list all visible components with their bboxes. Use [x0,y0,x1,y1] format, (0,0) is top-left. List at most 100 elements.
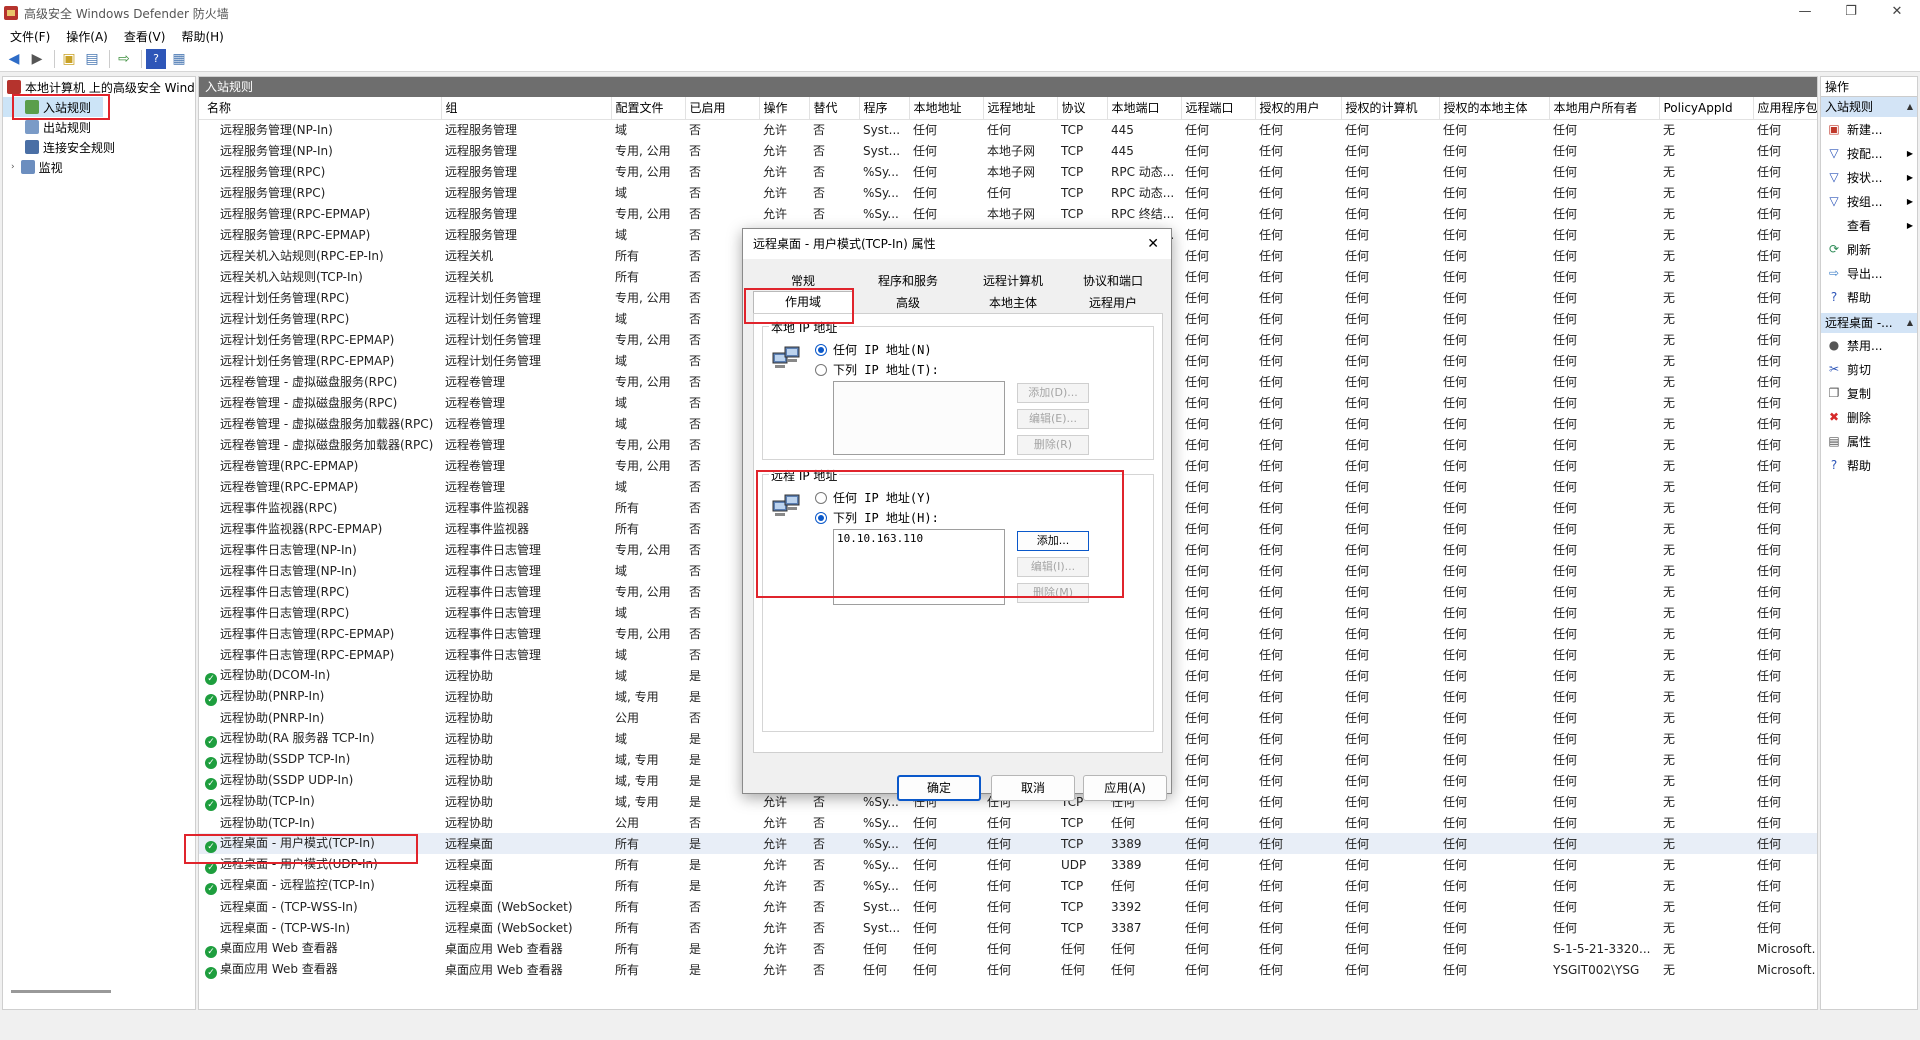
show-hide-tree-icon[interactable]: ▤ [82,49,102,69]
dialog-close-icon[interactable]: ✕ [1147,229,1159,259]
action-item[interactable]: ▽ 按配... [1821,141,1917,165]
close-window-button[interactable]: ✕ [1874,0,1920,26]
menu-action[interactable]: 操作(A) [66,28,108,45]
table-row[interactable]: 远程服务管理(RPC) 远程服务管理 域 否 允许 否 %Sy... 任何 任何 TCP RPC 动… [199,182,1817,203]
menu-help[interactable]: 帮助(H) [181,28,223,45]
table-row[interactable]: 远程服务管理(NP-In) 远程服务管理 域 否 允许 否 Syst... 任何 任何 TCP 44… [199,119,1817,140]
column-header[interactable]: 已启用 [685,97,760,120]
menu-view[interactable]: 查看(V) [124,28,166,45]
menu-file[interactable]: 文件(F) [10,28,50,45]
local-ip-list[interactable] [833,381,1005,455]
forward-arrow-icon[interactable]: ▶ [27,49,47,69]
tab-local-principals[interactable]: 本地主体 [963,293,1063,313]
column-header[interactable]: 组 [441,97,612,120]
column-header[interactable]: 远程地址 [983,97,1058,120]
local-remove-button[interactable]: 删除(R) [1017,435,1089,455]
column-header[interactable]: 授权的计算机 [1341,97,1440,120]
rule-name-cell: 远程服务管理(NP-In) [199,140,441,161]
tree-item-monitoring[interactable]: › 监视 [3,157,195,177]
minimize-button[interactable]: — [1782,0,1828,26]
tab-programs-services[interactable]: 程序和服务 [853,271,963,291]
local-these-ip-radio[interactable]: 下列 IP 地址(T): [815,361,939,378]
tab-advanced[interactable]: 高级 [853,293,963,313]
column-header[interactable]: 替代 [809,97,860,120]
table-row[interactable]: ✓ 远程桌面 - 用户模式(TCP-In) 远程桌面 所有是允许否 %Sy... 任何 任何… [199,833,1817,854]
table-cell: 域 [615,186,628,200]
action-item[interactable]: ? 帮助 [1821,453,1917,477]
tab-remote-users[interactable]: 远程用户 [1063,293,1163,313]
back-arrow-icon[interactable]: ◀ [4,49,24,69]
table-row[interactable]: 远程桌面 - (TCP-WS-In) 远程桌面 (WebSocket) 所有 否 允许 否… [199,917,1817,938]
table-row[interactable]: ✓ 桌面应用 Web 查看器 桌面应用 Web 查看器 所有是允许否任何 任何 任何 任何任… [199,959,1817,980]
table-row[interactable]: 远程桌面 - (TCP-WSS-In) 远程桌面 (WebSocket) 所有 否 允许… [199,896,1817,917]
table-row[interactable]: 远程服务管理(RPC) 远程服务管理 专用, 公用 否 允许 否 %Sy... 任何 本地子网 T… [199,161,1817,182]
table-row[interactable]: ✓ 远程桌面 - 用户模式(UDP-In) 远程桌面 所有是允许否 %Sy... 任何 任何… [199,854,1817,875]
table-row[interactable]: 远程服务管理(RPC-EPMAP) 远程服务管理 专用, 公用 否 允许 否 %Sy... 任… [199,203,1817,224]
tab-remote-computers[interactable]: 远程计算机 [963,271,1063,291]
column-header[interactable]: 本地用户所有者 [1549,97,1660,120]
column-header[interactable]: 名称 [199,97,442,120]
action-item[interactable]: ▤ 属性 [1821,429,1917,453]
table-cell: 无 [1663,795,1676,809]
column-header[interactable]: 本地端口 [1107,97,1182,120]
action-item[interactable]: ▽ 按组... [1821,189,1917,213]
table-cell: 否 [813,207,826,221]
help-icon[interactable]: ? [146,48,166,69]
action-item[interactable]: ❐ 复制 [1821,381,1917,405]
local-edit-button[interactable]: 编辑(E)... [1017,409,1089,429]
enabled-check-icon: ✓ [205,757,217,769]
column-header[interactable]: 协议 [1057,97,1108,120]
horizontal-scrollbar[interactable] [11,990,111,993]
table-cell: 任何 [1757,228,1782,242]
actions-section-inbound[interactable]: 入站规则 [1821,97,1917,117]
table-cell: 无 [1663,207,1676,221]
table-cell: 任何 [1111,942,1136,956]
table-cell: 任何 [1553,648,1578,662]
apply-button[interactable]: 应用(A) [1083,775,1167,801]
table-row[interactable]: 远程服务管理(NP-In) 远程服务管理 专用, 公用 否 允许 否 Syst... 任何 本地… [199,140,1817,161]
column-header[interactable]: PolicyAppId [1659,97,1754,120]
column-header[interactable]: 应用程序包 [1753,97,1817,120]
column-header[interactable]: 远程端口 [1181,97,1256,120]
rule-name-cell: 远程卷管理(RPC-EPMAP) [199,455,441,476]
action-item[interactable]: ⇨ 导出... [1821,261,1917,285]
table-cell: 任何 [1443,921,1468,935]
action-item[interactable]: ● 禁用... [1821,333,1917,357]
column-header[interactable]: 程序 [859,97,910,120]
cancel-button[interactable]: 取消 [991,775,1075,801]
table-cell: 任何 [1345,942,1370,956]
ok-button[interactable]: 确定 [897,775,981,801]
column-header[interactable]: 授权的本地主体 [1439,97,1550,120]
table-cell: 任何 [1111,963,1136,977]
expand-chevron-icon[interactable]: › [11,162,15,172]
tree-item-outbound-rules[interactable]: 出站规则 [3,117,195,137]
action-item[interactable]: ▣ 新建... [1821,117,1917,141]
column-header[interactable]: 授权的用户 [1255,97,1342,120]
column-header[interactable]: 配置文件 [611,97,686,120]
tab-protocols-ports[interactable]: 协议和端口 [1063,271,1163,291]
table-cell: 任何 [987,123,1012,138]
action-item[interactable]: ✖ 删除 [1821,405,1917,429]
table-row[interactable]: ✓ 远程桌面 - 远程监控(TCP-In) 远程桌面 所有 是 允许 否 %Sy... 任何 任何… [199,875,1817,896]
table-row[interactable]: ✓ 桌面应用 Web 查看器 桌面应用 Web 查看器 所有是允许否任何 任何 任何 任何任… [199,938,1817,959]
action-item[interactable]: ✂ 剪切 [1821,357,1917,381]
export-list-icon[interactable]: ⇨ [114,49,134,69]
table-cell: 任何 [1443,375,1468,389]
action-item[interactable]: ? 帮助 [1821,285,1917,309]
table-cell: 任何 [1345,333,1370,347]
column-header[interactable]: 本地地址 [909,97,984,120]
actions-section-selected-rule[interactable]: 远程桌面 -... [1821,313,1917,333]
action-item[interactable]: 查看 [1821,213,1917,237]
action-item[interactable]: ▽ 按状... [1821,165,1917,189]
table-cell: 远程服务管理 [445,228,518,242]
tree-item-connection-security-rules[interactable]: 连接安全规则 [3,137,195,157]
properties-pane-icon[interactable]: ▦ [169,49,189,69]
maximize-button[interactable]: ❐ [1828,0,1874,26]
local-any-ip-radio[interactable]: 任何 IP 地址(N) [815,341,932,358]
local-add-button[interactable]: 添加(D)... [1017,383,1089,403]
table-row[interactable]: 远程协助(TCP-In) 远程协助 公用 否 允许 否 %Sy... 任何 任何 TCP 任何 任何 任… [199,812,1817,833]
action-item[interactable]: ⟳ 刷新 [1821,237,1917,261]
column-header[interactable]: 操作 [759,97,810,120]
radio-dot [815,363,827,376]
up-folder-icon[interactable]: ▣ [59,49,79,69]
